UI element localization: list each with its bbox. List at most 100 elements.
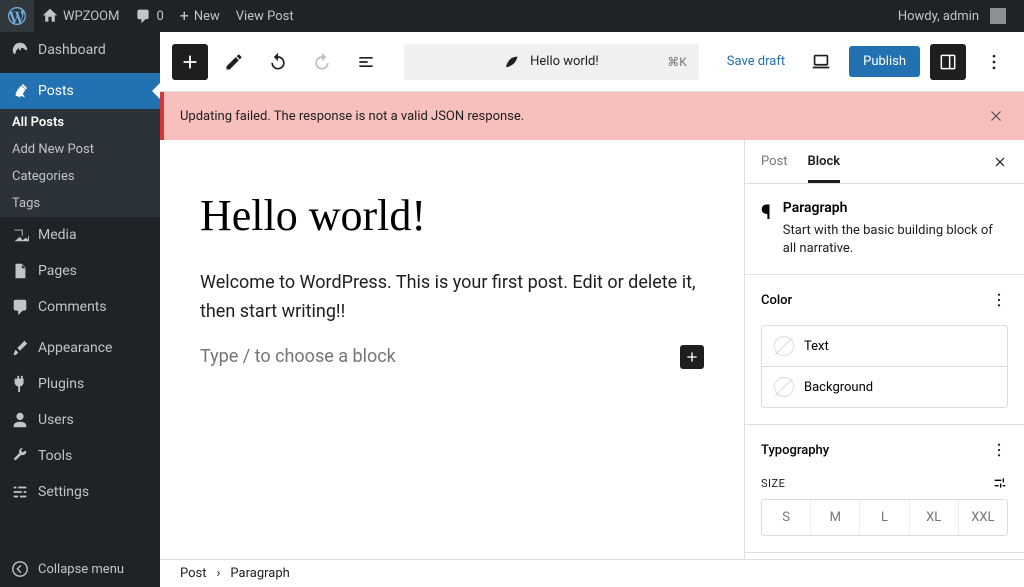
- size-xxl[interactable]: XXL: [959, 500, 1007, 535]
- settings-close-button[interactable]: [992, 154, 1008, 170]
- pages-icon: [10, 261, 30, 281]
- typography-panel-header[interactable]: Typography: [745, 425, 1024, 475]
- panel-options[interactable]: [990, 291, 1008, 309]
- options-button[interactable]: [976, 44, 1012, 80]
- list-icon: [356, 52, 376, 72]
- media-icon: [10, 225, 30, 245]
- color-panel: Color Text Background: [745, 275, 1024, 425]
- sidebar-item-label: Comments: [38, 299, 107, 315]
- sidebar-item-appearance[interactable]: Appearance: [0, 330, 160, 366]
- editor-canvas[interactable]: Hello world! Welcome to WordPress. This …: [160, 140, 744, 559]
- size-s[interactable]: S: [762, 500, 811, 535]
- admin-bar: WPZOOM 0 + New View Post Howdy, admin: [0, 0, 1024, 32]
- paragraph-icon: ¶: [761, 200, 771, 258]
- sidebar-item-label: Pages: [38, 263, 77, 279]
- document-title-bar[interactable]: Hello world! ⌘K: [404, 44, 699, 80]
- sidebar-item-settings[interactable]: Settings: [0, 474, 160, 510]
- comments-count: 0: [156, 9, 163, 24]
- custom-size-toggle[interactable]: [992, 475, 1008, 491]
- sidebar-item-users[interactable]: Users: [0, 402, 160, 438]
- swatch-empty-icon: [774, 336, 794, 356]
- sidebar-item-dashboard[interactable]: Dashboard: [0, 32, 160, 68]
- submenu-categories[interactable]: Categories: [0, 163, 160, 190]
- size-m[interactable]: M: [811, 500, 860, 535]
- dashboard-icon: [10, 40, 30, 60]
- posts-submenu: All Posts Add New Post Categories Tags: [0, 109, 160, 217]
- color-label: Text: [804, 339, 829, 354]
- sidebar-item-tools[interactable]: Tools: [0, 438, 160, 474]
- block-breadcrumb: Post › Paragraph: [160, 559, 1024, 587]
- save-draft-button[interactable]: Save draft: [719, 48, 793, 75]
- sidebar-item-label: Plugins: [38, 376, 84, 392]
- comment-icon: [10, 297, 30, 317]
- sidebar-item-label: Appearance: [38, 340, 112, 356]
- color-text-button[interactable]: Text: [761, 325, 1008, 367]
- inline-add-block-button[interactable]: [680, 345, 704, 369]
- undo-button[interactable]: [260, 44, 296, 80]
- redo-icon: [312, 52, 332, 72]
- tools-button[interactable]: [216, 44, 252, 80]
- brush-icon: [10, 338, 30, 358]
- comments-link[interactable]: 0: [127, 0, 171, 32]
- panel-options[interactable]: [990, 441, 1008, 459]
- undo-icon: [268, 52, 288, 72]
- block-name: Paragraph: [783, 200, 1008, 216]
- submenu-all-posts[interactable]: All Posts: [0, 109, 160, 136]
- comment-icon: [135, 8, 151, 24]
- home-icon: [42, 8, 58, 24]
- site-name-link[interactable]: WPZOOM: [34, 0, 127, 32]
- breadcrumb-post[interactable]: Post: [180, 566, 207, 581]
- sliders-icon: [992, 475, 1008, 491]
- laptop-icon: [810, 51, 832, 73]
- color-panel-header[interactable]: Color: [745, 275, 1024, 325]
- error-notice: Updating failed. The response is not a v…: [160, 92, 1024, 140]
- tab-post[interactable]: Post: [761, 140, 788, 183]
- document-title: Hello world!: [530, 54, 599, 69]
- wp-logo[interactable]: [0, 0, 34, 32]
- swatch-empty-icon: [774, 377, 794, 397]
- kebab-icon: [984, 52, 1004, 72]
- feather-icon: [504, 54, 520, 70]
- sidebar-item-pages[interactable]: Pages: [0, 253, 160, 289]
- breadcrumb-block[interactable]: Paragraph: [230, 566, 289, 581]
- site-name: WPZOOM: [63, 9, 119, 24]
- sidebar-item-comments[interactable]: Comments: [0, 289, 160, 325]
- submenu-add-post[interactable]: Add New Post: [0, 136, 160, 163]
- kebab-icon: [990, 291, 1008, 309]
- plug-icon: [10, 374, 30, 394]
- sidebar-item-plugins[interactable]: Plugins: [0, 366, 160, 402]
- preview-button[interactable]: [803, 44, 839, 80]
- new-content-link[interactable]: + New: [172, 0, 228, 32]
- tab-block[interactable]: Block: [808, 140, 841, 183]
- kebab-icon: [990, 441, 1008, 459]
- close-icon: [987, 107, 1005, 125]
- howdy-text: Howdy, admin: [898, 9, 979, 24]
- color-background-button[interactable]: Background: [761, 366, 1008, 408]
- add-block-button[interactable]: [172, 44, 208, 80]
- pencil-icon: [224, 52, 244, 72]
- size-label: Size: [761, 477, 785, 490]
- sidebar-item-posts[interactable]: Posts: [0, 73, 160, 109]
- submenu-tags[interactable]: Tags: [0, 190, 160, 217]
- publish-button[interactable]: Publish: [849, 46, 920, 77]
- redo-button[interactable]: [304, 44, 340, 80]
- size-l[interactable]: L: [860, 500, 909, 535]
- account-link[interactable]: Howdy, admin: [890, 0, 1014, 32]
- wordpress-icon: [8, 7, 26, 25]
- notice-close-button[interactable]: [984, 104, 1008, 128]
- document-overview-button[interactable]: [348, 44, 384, 80]
- post-title[interactable]: Hello world!: [200, 190, 704, 241]
- sidebar-item-media[interactable]: Media: [0, 217, 160, 253]
- block-description: ¶ Paragraph Start with the basic buildin…: [745, 184, 1024, 275]
- settings-toggle-button[interactable]: [930, 44, 966, 80]
- sidebar-item-label: Media: [38, 227, 77, 243]
- collapse-menu[interactable]: Collapse menu: [0, 551, 160, 587]
- post-content[interactable]: Welcome to WordPress. This is your first…: [200, 269, 704, 327]
- size-xl[interactable]: XL: [910, 500, 959, 535]
- color-label: Background: [804, 380, 873, 395]
- user-icon: [10, 410, 30, 430]
- settings-panel: Post Block ¶ Paragraph Start with the ba…: [744, 140, 1024, 559]
- view-post-link[interactable]: View Post: [228, 0, 302, 32]
- block-placeholder[interactable]: Type / to choose a block: [200, 346, 680, 367]
- new-label: New: [194, 9, 220, 24]
